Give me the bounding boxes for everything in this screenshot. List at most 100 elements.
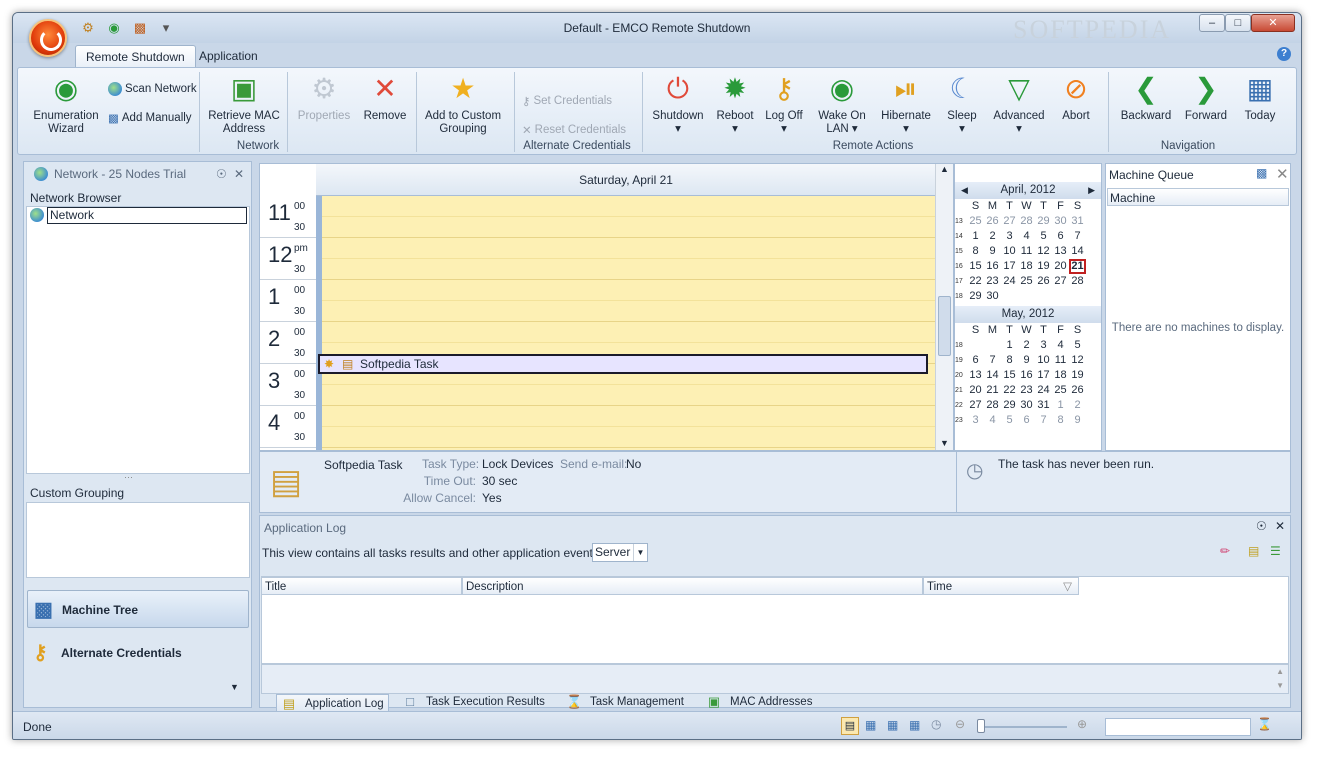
calendar-day[interactable]: 13 xyxy=(967,368,984,383)
calendar-day[interactable]: 9 xyxy=(1069,413,1086,428)
minimize-button[interactable]: – xyxy=(1199,14,1225,32)
calendar-scrollbar[interactable]: ▲ ▼ xyxy=(935,164,953,450)
tab-remote-shutdown[interactable]: Remote Shutdown xyxy=(75,45,196,67)
network-node[interactable]: Network xyxy=(47,207,247,224)
next-month-arrow[interactable]: ▶ xyxy=(1088,182,1095,199)
machine-column-header[interactable]: Machine xyxy=(1107,188,1289,206)
calendar-day[interactable]: 19 xyxy=(1035,259,1052,274)
remove-button[interactable]: ✕ Remove xyxy=(360,72,410,123)
calendar-day[interactable]: 31 xyxy=(1035,398,1052,413)
calendar-day[interactable]: 29 xyxy=(967,289,984,304)
work-week-icon[interactable]: ▦ xyxy=(865,718,876,732)
calendar-day[interactable]: 23 xyxy=(984,274,1001,289)
time-slot[interactable] xyxy=(316,427,936,448)
scroll-thumb[interactable] xyxy=(938,296,951,356)
calendar-day[interactable]: 5 xyxy=(1069,338,1086,353)
calendar-day[interactable]: 12 xyxy=(1035,244,1052,259)
calendar-day[interactable]: 11 xyxy=(1052,353,1069,368)
calendar-day[interactable]: 4 xyxy=(1018,229,1035,244)
abort-button[interactable]: ⊘ Abort xyxy=(1054,72,1098,123)
calendar-day[interactable]: 17 xyxy=(1001,259,1018,274)
wifi-icon[interactable]: ◉ xyxy=(105,20,123,36)
calendar-day[interactable]: 18 xyxy=(1018,259,1035,274)
pin-icon[interactable]: ☉ xyxy=(1256,519,1267,533)
calendar-day[interactable]: 3 xyxy=(1035,338,1052,353)
week-view-icon[interactable]: ▦ xyxy=(887,718,898,732)
calendar-day[interactable]: 5 xyxy=(1001,413,1018,428)
calendar-day[interactable]: 6 xyxy=(1052,229,1069,244)
calendar-day[interactable]: 15 xyxy=(1001,368,1018,383)
calendar-day[interactable]: 6 xyxy=(967,353,984,368)
calendar-day[interactable]: 26 xyxy=(984,214,1001,229)
time-slot[interactable] xyxy=(316,322,936,343)
calendar-day[interactable]: 8 xyxy=(1052,413,1069,428)
server-select[interactable]: Server ▼ xyxy=(592,543,648,562)
calendar-day[interactable]: 9 xyxy=(1018,353,1035,368)
splitter-handle[interactable]: ⋯ xyxy=(124,472,133,483)
calendar-day[interactable]: 3 xyxy=(967,413,984,428)
backward-button[interactable]: ❮ Backward xyxy=(1116,72,1176,123)
zoom-thumb[interactable] xyxy=(977,719,985,733)
calendar-day[interactable]: 7 xyxy=(984,353,1001,368)
calendar-day[interactable]: 27 xyxy=(967,398,984,413)
calendar-day[interactable]: 29 xyxy=(1035,214,1052,229)
scroll-down-arrow[interactable]: ▼ xyxy=(1276,681,1284,690)
properties-button[interactable]: ⚙ Properties xyxy=(294,72,354,123)
layout-icon[interactable]: ▤ xyxy=(1248,544,1259,558)
tab-mac-addresses[interactable]: ▣ MAC Addresses xyxy=(706,694,813,710)
scroll-up-arrow[interactable]: ▲ xyxy=(936,164,953,174)
maximize-button[interactable]: □ xyxy=(1225,14,1251,32)
pc-icon[interactable]: ▩ xyxy=(131,20,149,36)
time-slot[interactable] xyxy=(316,259,936,280)
close-button[interactable]: ✕ xyxy=(1251,14,1295,32)
tab-task-management[interactable]: ⌛ Task Management xyxy=(566,694,684,710)
time-slot[interactable] xyxy=(316,196,936,217)
calendar-day[interactable]: 25 xyxy=(967,214,984,229)
col-title[interactable]: Title xyxy=(261,577,462,595)
reset-credentials-button[interactable]: ✕ Reset Credentials xyxy=(522,123,626,137)
calendar-day[interactable]: 30 xyxy=(1018,398,1035,413)
calendar-day[interactable]: 12 xyxy=(1069,353,1086,368)
time-slot[interactable] xyxy=(316,217,936,238)
customize-icon[interactable]: ▾ xyxy=(157,20,175,36)
timeline-icon[interactable]: ◷ xyxy=(931,717,941,731)
zoom-slider[interactable] xyxy=(977,719,1067,733)
calendar-day[interactable]: 25 xyxy=(1052,383,1069,398)
calendar-day[interactable]: 1 xyxy=(1052,398,1069,413)
help-icon[interactable]: ? xyxy=(1277,47,1291,61)
calendar-day[interactable]: 2 xyxy=(984,229,1001,244)
calendar-day[interactable]: 20 xyxy=(967,383,984,398)
time-slot[interactable] xyxy=(316,238,936,259)
filter-icon[interactable]: ▽ xyxy=(1063,578,1072,596)
add-custom-grouping-button[interactable]: ★ Add to Custom Grouping xyxy=(423,72,503,136)
calendar-day[interactable]: 14 xyxy=(984,368,1001,383)
eraser-icon[interactable]: ✏ xyxy=(1220,544,1230,558)
calendar-day[interactable]: 27 xyxy=(1052,274,1069,289)
tab-application[interactable]: Application xyxy=(189,45,268,67)
reboot-button[interactable]: ✹ Reboot ▾ xyxy=(712,72,758,136)
configure-buttons-arrow[interactable]: ▼ xyxy=(230,682,239,692)
col-description[interactable]: Description xyxy=(462,577,923,595)
time-slots[interactable]: ✸ ▤ Softpedia Task xyxy=(316,196,936,450)
hibernate-button[interactable]: ⏯ Hibernate ▾ xyxy=(876,72,936,136)
calendar-day[interactable]: 22 xyxy=(1001,383,1018,398)
calendar-day[interactable]: 31 xyxy=(1069,214,1086,229)
calendar-day[interactable]: 8 xyxy=(967,244,984,259)
today-button[interactable]: ▦ Today xyxy=(1238,72,1282,123)
calendar-day[interactable]: 3 xyxy=(1001,229,1018,244)
calendar-day[interactable]: 4 xyxy=(1052,338,1069,353)
time-slot[interactable] xyxy=(316,280,936,301)
calendar-day[interactable]: 30 xyxy=(984,289,1001,304)
calendar-day[interactable]: 11 xyxy=(1018,244,1035,259)
calendar-day[interactable]: 14 xyxy=(1069,244,1086,259)
prev-month-arrow[interactable]: ◀ xyxy=(961,182,968,199)
scan-network-button[interactable]: Scan Network xyxy=(108,82,197,96)
col-time[interactable]: Time ▽ xyxy=(923,577,1079,595)
calendar-day[interactable]: 18 xyxy=(1052,368,1069,383)
calendar-day[interactable]: 23 xyxy=(1018,383,1035,398)
calendar-day[interactable]: 5 xyxy=(1035,229,1052,244)
calendar-day[interactable]: 16 xyxy=(984,259,1001,274)
calendar-day[interactable]: 21 xyxy=(984,383,1001,398)
calendar-day[interactable]: 1 xyxy=(1001,338,1018,353)
calendar-day[interactable]: 24 xyxy=(1001,274,1018,289)
